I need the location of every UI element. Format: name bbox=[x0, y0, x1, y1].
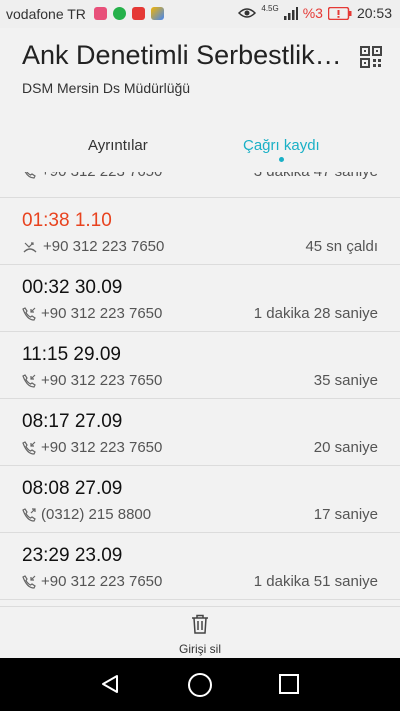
bottom-action-bar: Girişi sil bbox=[0, 606, 400, 659]
contact-name: Ank Denetimli Serbestlik… bbox=[22, 40, 342, 70]
back-icon[interactable] bbox=[100, 674, 120, 694]
call-log-list[interactable]: +90 312 223 7650 3 dakika 47 saniye 01:3… bbox=[0, 172, 400, 606]
call-log-item[interactable]: 11:15 29.09 +90 312 223 7650 35 saniye bbox=[0, 332, 400, 399]
call-time: 11:15 29.09 bbox=[22, 344, 121, 365]
clock: 20:53 bbox=[356, 5, 392, 21]
qr-code-icon[interactable] bbox=[360, 46, 382, 68]
call-log-item[interactable]: 00:32 30.09 +90 312 223 7650 1 dakika 28… bbox=[0, 265, 400, 332]
incoming-call-icon bbox=[22, 440, 36, 455]
contact-subtitle: DSM Mersin Ds Müdürlüğü bbox=[22, 80, 191, 96]
call-duration: 20 saniye bbox=[313, 439, 378, 456]
call-time: 08:17 27.09 bbox=[22, 411, 123, 432]
incoming-call-icon bbox=[22, 574, 36, 589]
call-log-item[interactable]: 08:08 27.09 (0312) 215 8800 17 saniye bbox=[0, 466, 400, 533]
call-number: +90 312 223 7650 bbox=[41, 439, 163, 456]
home-icon[interactable] bbox=[188, 673, 212, 697]
whatsapp-icon bbox=[113, 7, 126, 20]
call-number: +90 312 223 7650 bbox=[43, 238, 165, 255]
notification-icons bbox=[94, 7, 164, 20]
incoming-call-icon bbox=[22, 373, 36, 388]
signal-icon bbox=[283, 7, 298, 20]
battery-low-icon bbox=[327, 6, 352, 20]
call-time: 01:38 1.10 bbox=[22, 210, 112, 231]
delete-entry-button[interactable]: Girişi sil bbox=[150, 607, 250, 659]
incoming-call-icon bbox=[24, 172, 36, 179]
call-number: +90 312 223 7650 bbox=[41, 172, 162, 180]
call-number: (0312) 215 8800 bbox=[41, 506, 152, 523]
call-time: 23:29 23.09 bbox=[22, 545, 123, 566]
call-time: 08:08 27.09 bbox=[22, 478, 123, 499]
battery-percent: %3 bbox=[302, 5, 323, 21]
call-duration: 17 saniye bbox=[313, 506, 378, 523]
missed-call-icon bbox=[23, 241, 37, 253]
trash-icon bbox=[192, 614, 208, 634]
active-tab-indicator bbox=[279, 157, 284, 162]
tab-bar: Ayrıntılar Çağrı kaydı bbox=[0, 120, 400, 172]
incoming-call-icon bbox=[22, 306, 36, 321]
network-type: 4.5G bbox=[261, 3, 279, 13]
instagram-icon bbox=[94, 7, 107, 20]
call-duration: 3 dakika 47 saniye bbox=[254, 172, 378, 180]
call-number: +90 312 223 7650 bbox=[41, 372, 163, 389]
call-log-item[interactable]: +90 312 223 7650 3 dakika 47 saniye bbox=[0, 172, 400, 198]
outgoing-call-icon bbox=[22, 507, 36, 522]
call-time: 00:32 30.09 bbox=[22, 277, 123, 298]
call-log-item[interactable]: 08:17 27.09 +90 312 223 7650 20 saniye bbox=[0, 399, 400, 466]
tab-call-log[interactable]: Çağrı kaydı bbox=[243, 137, 320, 154]
system-nav-bar bbox=[0, 658, 400, 711]
tab-details[interactable]: Ayrıntılar bbox=[88, 137, 148, 154]
status-bar: vodafone TR 4.5G %3 20:53 bbox=[0, 0, 400, 28]
call-log-item[interactable]: 01:38 1.10 +90 312 223 7650 45 sn çaldı bbox=[0, 198, 400, 265]
contact-header: Ank Denetimli Serbestlik… DSM Mersin Ds … bbox=[0, 28, 400, 120]
call-number: +90 312 223 7650 bbox=[41, 305, 163, 322]
call-duration: 1 dakika 51 saniye bbox=[253, 573, 378, 590]
call-duration: 45 sn çaldı bbox=[305, 238, 378, 255]
carrier-name: vodafone TR bbox=[6, 6, 86, 22]
recent-apps-icon[interactable] bbox=[279, 674, 299, 694]
photos-icon bbox=[151, 7, 164, 20]
call-log-item[interactable]: 23:29 23.09 +90 312 223 7650 1 dakika 51… bbox=[0, 533, 400, 600]
call-number: +90 312 223 7650 bbox=[41, 573, 163, 590]
call-duration: 35 saniye bbox=[313, 372, 378, 389]
call-duration: 1 dakika 28 saniye bbox=[253, 305, 378, 322]
youtube-icon bbox=[132, 7, 145, 20]
delete-entry-label: Girişi sil bbox=[179, 642, 221, 656]
eye-comfort-icon bbox=[238, 8, 257, 18]
